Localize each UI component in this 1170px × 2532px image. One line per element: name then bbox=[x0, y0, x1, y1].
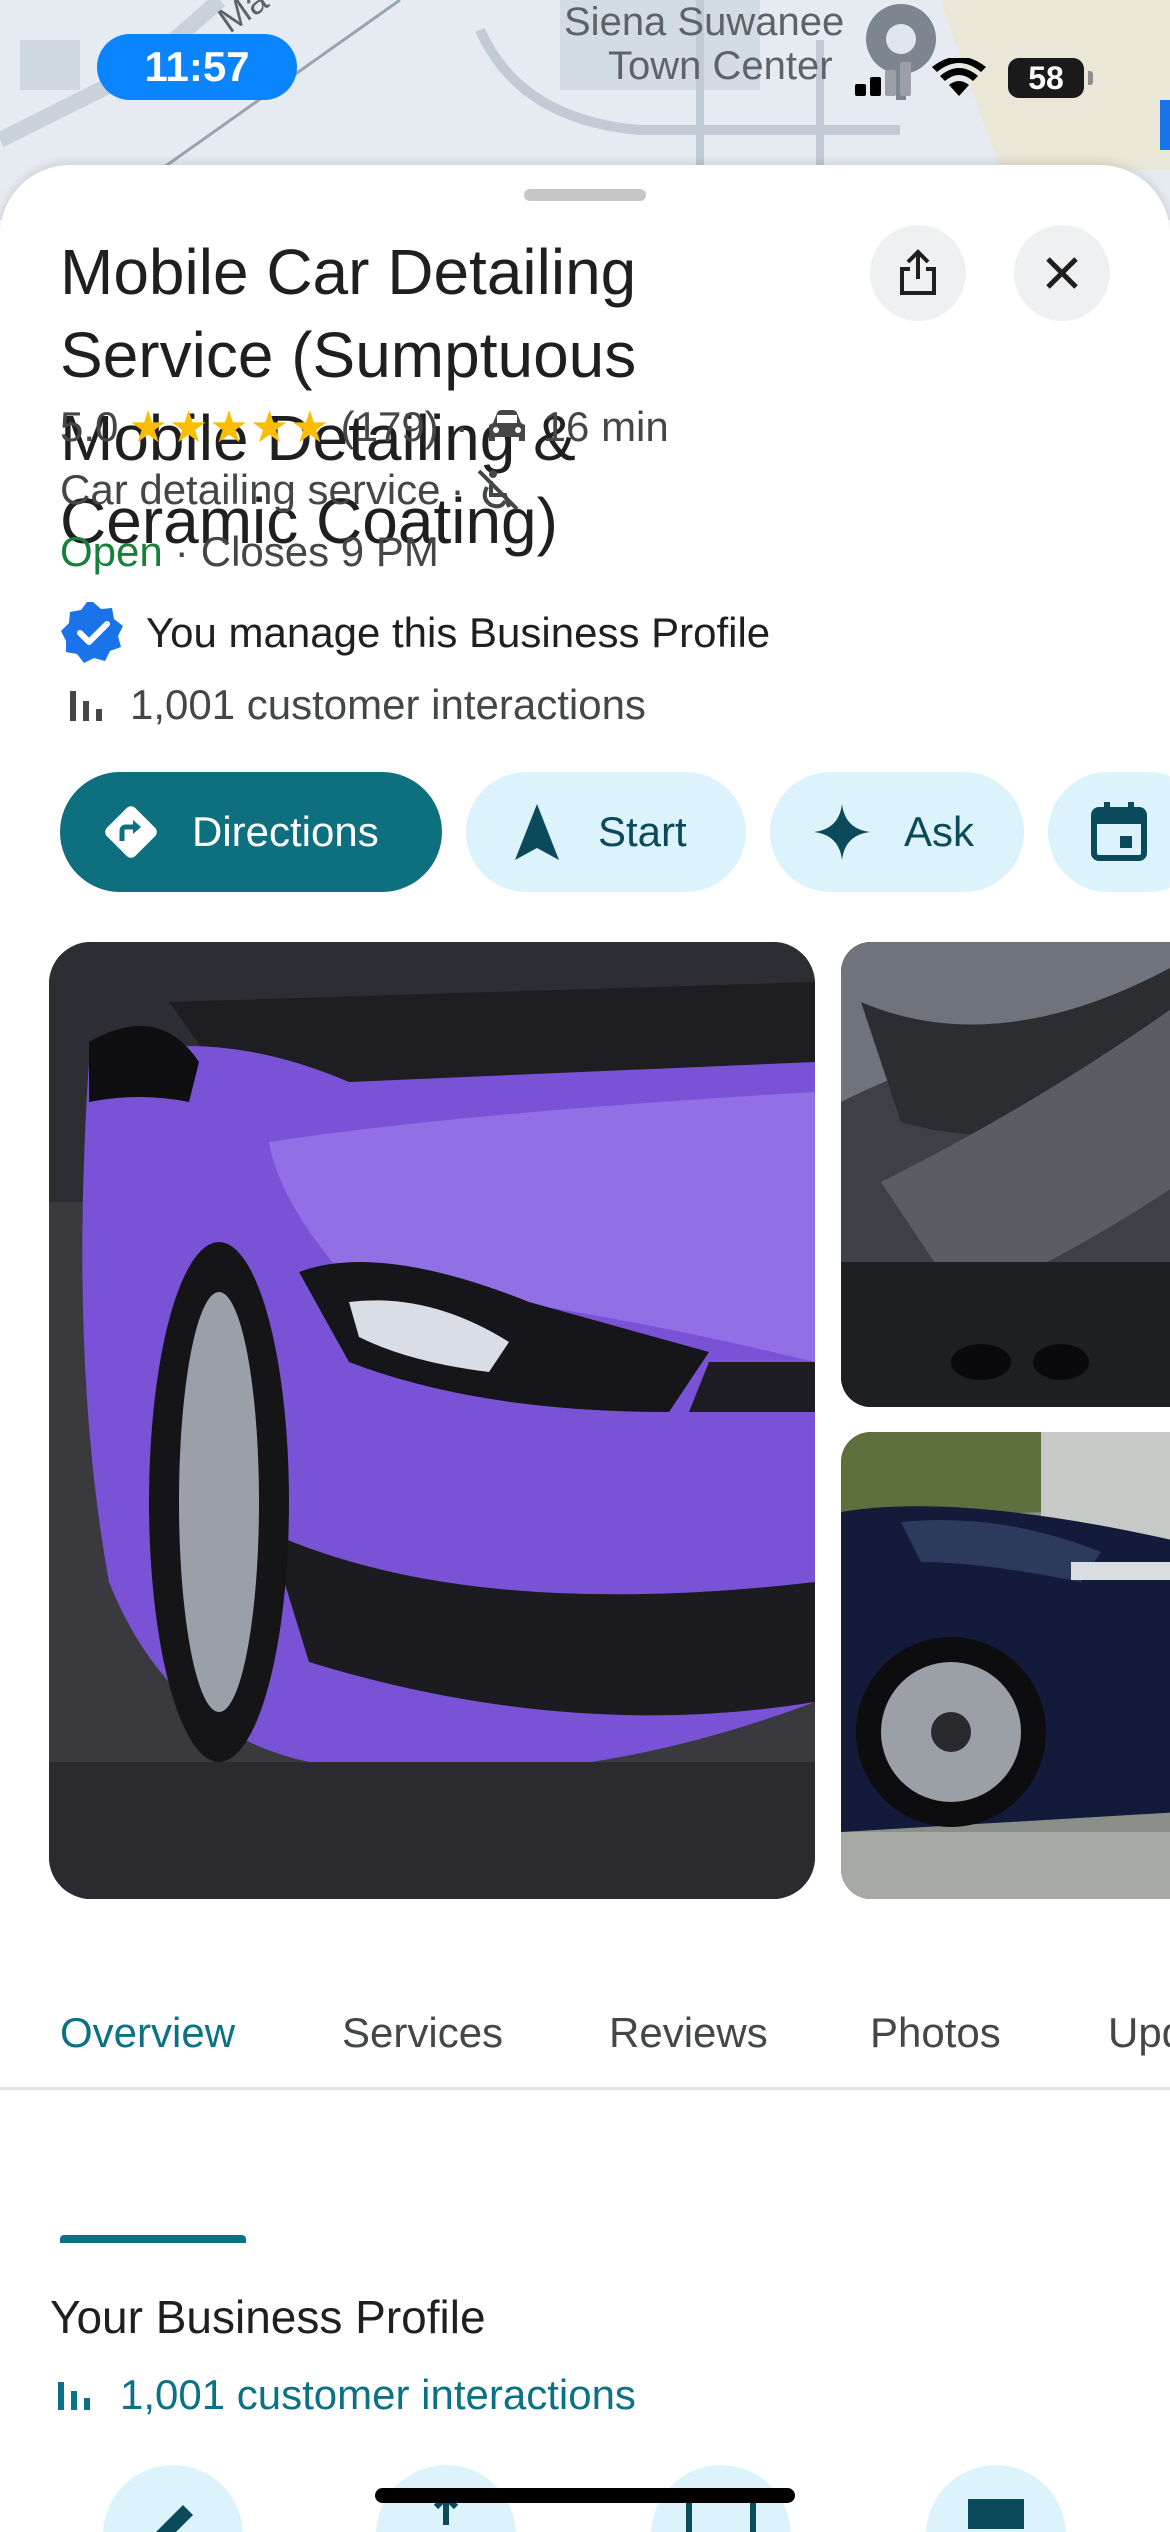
interior-detailing-image bbox=[841, 942, 1170, 1407]
separator-dot: · bbox=[174, 528, 189, 575]
category-text: Car detailing service bbox=[60, 466, 441, 513]
wifi-icon bbox=[932, 58, 986, 96]
close-icon bbox=[1046, 257, 1078, 289]
status-time: 11:57 bbox=[97, 34, 297, 100]
review-count: (179) bbox=[340, 403, 439, 450]
bar-chart-icon bbox=[58, 2382, 90, 2410]
closing-time: Closes 9 PM bbox=[200, 528, 439, 575]
tab-bar: Overview Services Reviews Photos Upd bbox=[0, 1980, 1170, 2090]
tab-updates[interactable]: Upd bbox=[1108, 1992, 1170, 2102]
edit-profile-button[interactable] bbox=[103, 2465, 243, 2532]
separator-dot: · bbox=[454, 403, 469, 450]
navigation-arrow-icon bbox=[515, 804, 559, 860]
map-place-label-line2: Town Center bbox=[608, 44, 833, 88]
tab-overview[interactable]: Overview bbox=[60, 1992, 235, 2102]
sheet-grabber[interactable] bbox=[524, 189, 646, 201]
cellular-signal-icon bbox=[855, 62, 911, 96]
interactions-row[interactable]: 1,001 customer interactions bbox=[66, 675, 646, 735]
business-profile-heading: Your Business Profile bbox=[50, 2291, 486, 2343]
map-place-label-line1: Siena Suwanee bbox=[564, 0, 845, 44]
verified-badge-icon bbox=[61, 602, 123, 663]
battery-icon: 58 bbox=[1008, 58, 1093, 98]
close-button[interactable] bbox=[1014, 225, 1110, 321]
directions-button[interactable]: Directions bbox=[60, 772, 442, 892]
customer-interactions-text: 1,001 customer interactions bbox=[120, 2371, 636, 2418]
rating-stars-icon: ★★★★★ bbox=[128, 402, 331, 452]
start-button[interactable]: Start bbox=[466, 772, 746, 892]
photo-blue-car[interactable] bbox=[841, 1432, 1170, 1899]
pencil-icon bbox=[156, 2505, 193, 2532]
ask-label: Ask bbox=[904, 808, 975, 855]
rating-row[interactable]: 5.0 ★★★★★ (179) · 16 min bbox=[60, 402, 669, 452]
purple-car-image bbox=[49, 942, 815, 1899]
directions-label: Directions bbox=[192, 808, 379, 855]
photo-purple-car[interactable] bbox=[49, 942, 815, 1899]
photo-interior-detailing[interactable] bbox=[841, 942, 1170, 1407]
book-button[interactable] bbox=[1048, 772, 1170, 892]
tab-photos[interactable]: Photos bbox=[870, 1992, 1001, 2102]
ask-button[interactable]: Ask bbox=[770, 772, 1024, 892]
hours-row[interactable]: Open · Closes 9 PM bbox=[60, 527, 439, 577]
calendar-icon bbox=[1091, 802, 1147, 861]
drive-time: 16 min bbox=[542, 403, 669, 450]
sparkle-icon bbox=[814, 804, 870, 860]
tab-services[interactable]: Services bbox=[342, 1992, 503, 2102]
customer-interactions-link[interactable]: 1,001 customer interactions bbox=[56, 2365, 636, 2425]
message-icon bbox=[968, 2499, 1024, 2529]
tab-reviews[interactable]: Reviews bbox=[609, 1992, 768, 2102]
not-wheelchair-accessible-icon bbox=[477, 469, 518, 511]
manage-profile-row[interactable]: You manage this Business Profile bbox=[60, 598, 770, 668]
open-status: Open bbox=[60, 528, 163, 575]
start-label: Start bbox=[598, 808, 687, 855]
rating-value: 5.0 bbox=[60, 403, 119, 450]
interactions-text: 1,001 customer interactions bbox=[130, 681, 646, 728]
share-icon bbox=[900, 249, 936, 295]
car-icon bbox=[488, 410, 525, 441]
separator-dot: · bbox=[450, 466, 465, 513]
directions-icon bbox=[105, 806, 157, 858]
active-tab-indicator bbox=[60, 2235, 246, 2243]
share-button[interactable] bbox=[870, 225, 966, 321]
blue-car-image bbox=[841, 1432, 1170, 1899]
manage-profile-text: You manage this Business Profile bbox=[146, 609, 771, 656]
messages-button[interactable] bbox=[926, 2465, 1066, 2532]
home-indicator[interactable] bbox=[375, 2488, 795, 2503]
bar-chart-icon bbox=[70, 691, 102, 721]
category-row: Car detailing service · bbox=[60, 465, 521, 515]
